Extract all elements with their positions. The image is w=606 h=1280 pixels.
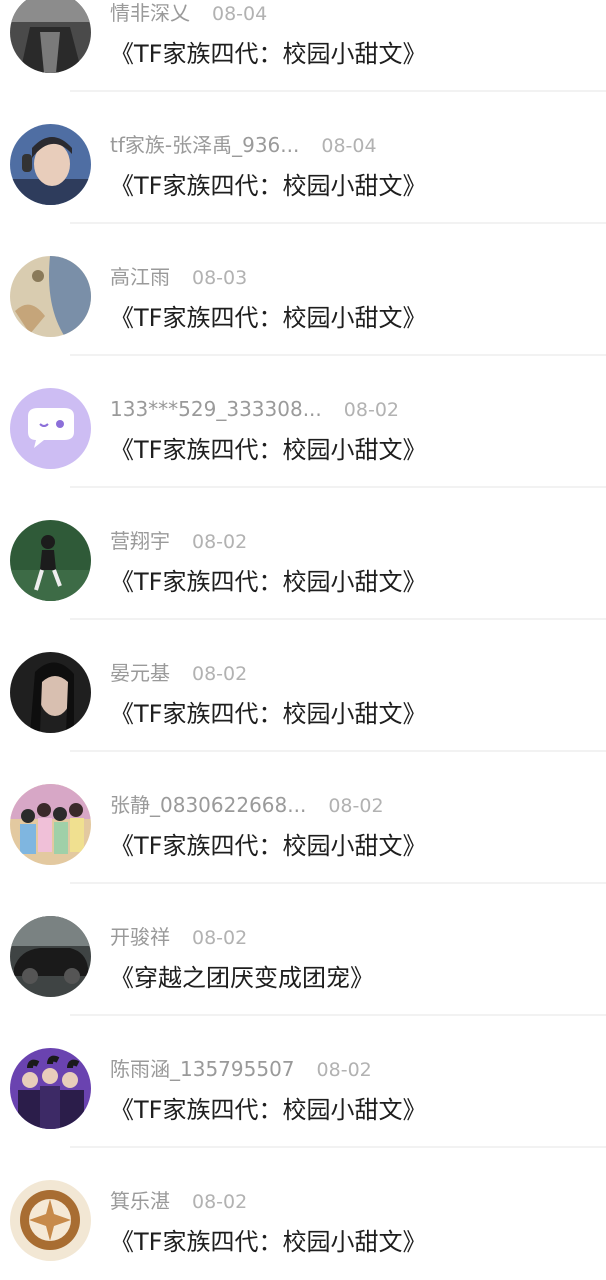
avatar[interactable] — [10, 652, 91, 733]
comment-date: 08-02 — [192, 531, 248, 553]
comment-date: 08-02 — [192, 927, 248, 949]
user-name[interactable]: 高江雨 — [110, 265, 170, 289]
group-photo-icon — [10, 1048, 91, 1129]
group-photo-icon — [10, 784, 91, 865]
comment-meta: 开骏祥 08-02 — [110, 922, 247, 952]
comment-meta: 营翔宇 08-02 — [110, 526, 247, 556]
comment-meta: 高江雨 08-03 — [110, 262, 247, 292]
user-name[interactable]: tf家族-张泽禹_936... — [110, 133, 299, 157]
comment-meta: 张静_0830622668... 08-02 — [110, 790, 384, 820]
comment-item[interactable]: 情非深乂 08-04 《TF家族四代：校园小甜文》 — [0, 0, 606, 92]
comment-text[interactable]: 《TF家族四代：校园小甜文》 — [110, 696, 426, 732]
person-photo-icon — [10, 0, 91, 73]
comment-date: 08-03 — [192, 267, 248, 289]
person-photo-icon — [10, 520, 91, 601]
comment-meta: 陈雨涵_135795507 08-02 — [110, 1054, 372, 1084]
user-name[interactable]: 箕乐湛 — [110, 1189, 170, 1213]
user-name[interactable]: 开骏祥 — [110, 925, 170, 949]
comment-text[interactable]: 《TF家族四代：校园小甜文》 — [110, 36, 426, 72]
comment-item[interactable]: 高江雨 08-03 《TF家族四代：校园小甜文》 — [0, 224, 606, 356]
person-photo-icon — [10, 652, 91, 733]
artwork-icon — [10, 256, 91, 337]
comment-text[interactable]: 《TF家族四代：校园小甜文》 — [110, 432, 426, 468]
comment-text[interactable]: 《穿越之团厌变成团宠》 — [110, 960, 374, 996]
car-icon — [10, 916, 91, 997]
avatar[interactable] — [10, 916, 91, 997]
avatar[interactable] — [10, 1048, 91, 1129]
avatar[interactable] — [10, 1180, 91, 1261]
avatar[interactable] — [10, 124, 91, 205]
comment-meta: tf家族-张泽禹_936... 08-04 — [110, 130, 377, 160]
comment-item[interactable]: 陈雨涵_135795507 08-02 《TF家族四代：校园小甜文》 — [0, 1016, 606, 1148]
comment-item[interactable]: 营翔宇 08-02 《TF家族四代：校园小甜文》 — [0, 488, 606, 620]
comment-text[interactable]: 《TF家族四代：校园小甜文》 — [110, 1092, 426, 1128]
comment-text[interactable]: 《TF家族四代：校园小甜文》 — [110, 1224, 426, 1260]
avatar[interactable] — [10, 784, 91, 865]
comment-text[interactable]: 《TF家族四代：校园小甜文》 — [110, 300, 426, 336]
comment-text[interactable]: 《TF家族四代：校园小甜文》 — [110, 564, 426, 600]
avatar[interactable] — [10, 0, 91, 73]
user-name[interactable]: 晏元基 — [110, 661, 170, 685]
comment-item[interactable]: 133***529_333308... 08-02 《TF家族四代：校园小甜文》 — [0, 356, 606, 488]
comment-item[interactable]: 晏元基 08-02 《TF家族四代：校园小甜文》 — [0, 620, 606, 752]
user-name[interactable]: 张静_0830622668... — [110, 793, 306, 817]
comment-meta: 晏元基 08-02 — [110, 658, 247, 688]
comment-item[interactable]: tf家族-张泽禹_936... 08-04 《TF家族四代：校园小甜文》 — [0, 92, 606, 224]
user-name[interactable]: 营翔宇 — [110, 529, 170, 553]
avatar[interactable] — [10, 388, 91, 469]
user-name[interactable]: 133***529_333308... — [110, 397, 322, 421]
user-name[interactable]: 陈雨涵_135795507 — [110, 1057, 295, 1081]
comment-meta: 情非深乂 08-04 — [110, 0, 267, 28]
avatar[interactable] — [10, 256, 91, 337]
latte-art-icon — [10, 1180, 91, 1261]
comment-date: 08-02 — [316, 1059, 372, 1081]
comment-meta: 133***529_333308... 08-02 — [110, 394, 399, 424]
avatar[interactable] — [10, 520, 91, 601]
comment-text[interactable]: 《TF家族四代：校园小甜文》 — [110, 828, 426, 864]
comment-date: 08-02 — [192, 663, 248, 685]
comment-date: 08-02 — [192, 1191, 248, 1213]
comment-item[interactable]: 张静_0830622668... 08-02 《TF家族四代：校园小甜文》 — [0, 752, 606, 884]
person-photo-icon — [10, 124, 91, 205]
comment-list: 情非深乂 08-04 《TF家族四代：校园小甜文》 tf家族-张泽禹_936...… — [0, 0, 606, 1280]
comment-date: 08-04 — [321, 135, 377, 157]
comment-date: 08-02 — [328, 795, 384, 817]
comment-meta: 箕乐湛 08-02 — [110, 1186, 247, 1216]
comment-text[interactable]: 《TF家族四代：校园小甜文》 — [110, 168, 426, 204]
comment-item[interactable]: 开骏祥 08-02 《穿越之团厌变成团宠》 — [0, 884, 606, 1016]
chat-bubble-icon — [10, 388, 91, 469]
comment-date: 08-02 — [343, 399, 399, 421]
comment-item[interactable]: 箕乐湛 08-02 《TF家族四代：校园小甜文》 — [0, 1148, 606, 1280]
user-name[interactable]: 情非深乂 — [110, 1, 190, 25]
comment-date: 08-04 — [212, 3, 268, 25]
